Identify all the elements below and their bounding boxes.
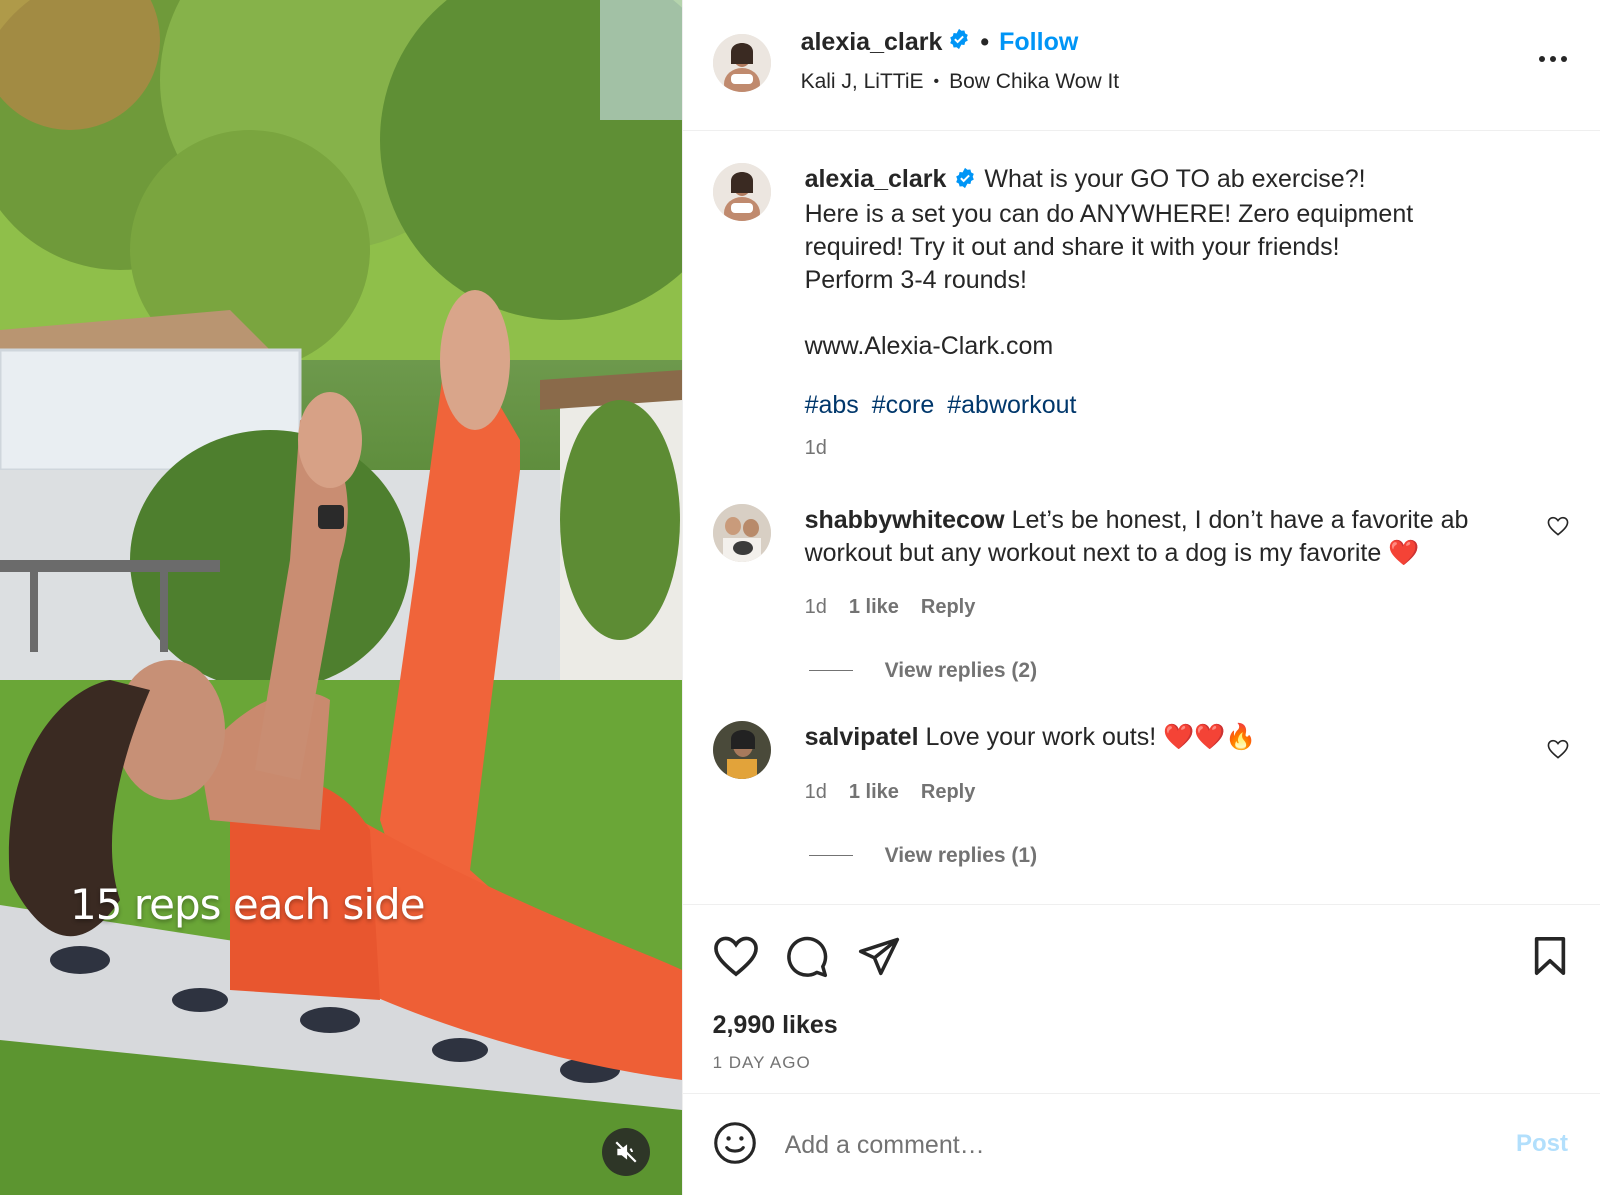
video-frame-illustration — [0, 0, 682, 1195]
caption-username[interactable]: alexia_clark — [805, 165, 947, 193]
post-comment-button[interactable]: Post — [1516, 1130, 1568, 1158]
comments-section[interactable]: alexia_clark What is your GO TO ab exerci… — [682, 131, 1600, 906]
comment-timestamp[interactable]: 1d — [805, 781, 827, 804]
audio-title: Bow Chika Wow It — [949, 70, 1120, 93]
comment-timestamp[interactable]: 1d — [805, 596, 827, 619]
like-count[interactable]: 2,990 likes — [713, 1011, 838, 1040]
replies-divider — [808, 670, 853, 672]
post-side-panel: alexia_clark • Follow Kali J, LiTTiE • B… — [681, 0, 1600, 1195]
heart-icon[interactable] — [713, 935, 759, 982]
comment-text: salvipatel Love your work outs! ❤️❤️🔥 — [805, 721, 1525, 754]
comment-reply-button[interactable]: Reply — [921, 781, 975, 804]
commenter-avatar[interactable] — [712, 720, 771, 779]
commenter-username[interactable]: salvipatel — [805, 723, 919, 751]
post-action-bar: 2,990 likes 1 DAY AGO — [682, 905, 1600, 1095]
caption-body: What is your GO TO ab exercise?! Here is… — [804, 164, 1414, 360]
audio-artist: Kali J, LiTTiE — [800, 70, 924, 93]
more-options-icon[interactable] — [1538, 50, 1568, 68]
author-avatar[interactable] — [712, 34, 771, 92]
comment-icon[interactable] — [785, 935, 829, 984]
avatar-image — [712, 34, 771, 92]
separator-dot: • — [933, 73, 940, 90]
bookmark-icon[interactable] — [1532, 935, 1568, 982]
commenter-avatar[interactable] — [712, 503, 771, 562]
avatar-image — [712, 503, 771, 562]
view-replies-button[interactable]: View replies (2) — [808, 658, 1038, 683]
view-replies-label: View replies (2) — [884, 658, 1038, 682]
post-date[interactable]: 1 DAY AGO — [713, 1053, 811, 1073]
verified-badge-icon — [954, 165, 976, 198]
audio-info[interactable]: Kali J, LiTTiE • Bow Chika Wow It — [801, 70, 1120, 94]
verified-badge-icon — [948, 28, 970, 57]
post-caption: alexia_clark What is your GO TO ab exerci… — [805, 163, 1485, 363]
emoji-icon[interactable] — [713, 1121, 757, 1170]
comment-meta: 1d 1 like Reply — [805, 596, 976, 619]
avatar-image — [712, 720, 771, 779]
muted-speaker-icon — [615, 1141, 637, 1163]
comment-body: Love your work outs! ❤️❤️🔥 — [925, 722, 1257, 751]
follow-button[interactable]: Follow — [999, 28, 1078, 57]
view-replies-label: View replies (1) — [884, 843, 1038, 867]
caption-hashtags: #abs #core #abworkout — [805, 391, 1083, 420]
comment-text: shabbywhitecow Let’s be honest, I don’t … — [805, 504, 1525, 570]
hashtag-link[interactable]: #abworkout — [947, 391, 1076, 419]
comment-like-icon[interactable] — [1547, 516, 1569, 541]
hashtag-link[interactable]: #core — [872, 391, 935, 419]
avatar-image — [712, 162, 771, 221]
mute-toggle-button[interactable] — [602, 1128, 650, 1176]
post-video[interactable]: 15 reps each side — [0, 0, 682, 1195]
replies-divider — [808, 855, 853, 857]
caption-timestamp[interactable]: 1d — [805, 437, 827, 460]
comment-input[interactable] — [782, 1124, 1487, 1167]
separator-dot: • — [980, 28, 990, 56]
commenter-username[interactable]: shabbywhitecow — [805, 506, 1005, 534]
caption-author-avatar[interactable] — [712, 162, 771, 221]
view-replies-button[interactable]: View replies (1) — [808, 843, 1038, 868]
author-username[interactable]: alexia_clark — [801, 28, 943, 57]
comment-like-count[interactable]: 1 like — [849, 781, 899, 804]
hashtag-link[interactable]: #abs — [805, 391, 859, 419]
clipped-comment-preview — [713, 889, 1213, 905]
video-overlay-text: 15 reps each side — [70, 880, 426, 929]
header-title-row: alexia_clark • Follow — [801, 28, 1079, 57]
comment-like-icon[interactable] — [1547, 739, 1569, 764]
comment-reply-button[interactable]: Reply — [921, 596, 975, 619]
instagram-post: 15 reps each side alexia_clark • Follow … — [0, 0, 1600, 1195]
post-header: alexia_clark • Follow Kali J, LiTTiE • B… — [682, 0, 1600, 131]
share-icon[interactable] — [857, 935, 901, 982]
comment-meta: 1d 1 like Reply — [805, 781, 976, 804]
add-comment-bar: Post — [683, 1094, 1600, 1195]
comment-like-count[interactable]: 1 like — [849, 596, 899, 619]
